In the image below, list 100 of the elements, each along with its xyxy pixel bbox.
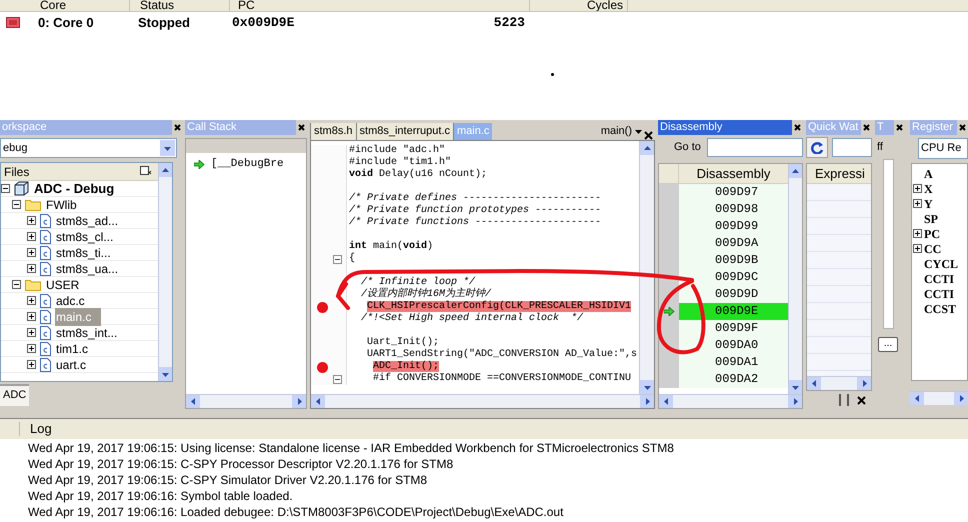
scroll-up-button[interactable] <box>789 164 802 178</box>
expand-icon[interactable] <box>913 229 922 238</box>
refresh-button[interactable] <box>806 136 828 158</box>
vertical-scrollbar[interactable] <box>883 159 894 329</box>
close-icon[interactable] <box>896 124 903 131</box>
disassembly-row[interactable]: 009D97 <box>679 184 788 201</box>
expand-icon[interactable] <box>913 199 922 208</box>
dropdown-button[interactable] <box>160 140 175 156</box>
call-stack-entry[interactable]: [__DebugBre <box>211 156 284 172</box>
disassembly-row[interactable]: 009DA2 <box>679 371 788 388</box>
configuration-select[interactable]: ebug <box>0 138 177 158</box>
expand-icon[interactable] <box>27 296 36 305</box>
editor-tab[interactable]: stm8s_interruput.c <box>356 123 453 140</box>
scroll-right-button[interactable] <box>788 395 802 408</box>
expand-icon[interactable] <box>27 360 36 369</box>
disassembly-row[interactable]: 009D98 <box>679 201 788 218</box>
close-icon[interactable] <box>857 396 866 404</box>
fold-icon[interactable] <box>333 254 342 264</box>
scroll-right-button[interactable] <box>954 392 968 405</box>
gutter-cell[interactable] <box>311 145 347 157</box>
horizontal-scrollbar[interactable] <box>910 391 968 405</box>
tree-item[interactable]: USER <box>45 276 80 294</box>
disassembly-row[interactable]: 009D9F <box>679 320 788 337</box>
scroll-left-button[interactable] <box>311 395 325 408</box>
disassembly-row[interactable]: 009DA0 <box>679 337 788 354</box>
gutter-cell[interactable] <box>311 361 347 373</box>
close-icon[interactable] <box>959 124 966 131</box>
scroll-right-button[interactable] <box>857 377 871 390</box>
collapse-icon[interactable] <box>12 280 21 289</box>
fold-icon[interactable] <box>333 374 342 384</box>
expand-icon[interactable] <box>27 232 36 241</box>
scroll-left-button[interactable] <box>659 395 673 408</box>
function-dropdown[interactable]: main() <box>600 123 642 140</box>
disassembly-row[interactable]: 009D9E <box>679 303 788 320</box>
close-icon[interactable] <box>298 124 305 131</box>
tree-item[interactable]: ADC - Debug <box>33 178 116 198</box>
disassembly-row[interactable]: 009DA1 <box>679 354 788 371</box>
register-group-select[interactable]: CPU Re <box>918 138 968 159</box>
scroll-up-button[interactable] <box>640 141 654 155</box>
register-name[interactable]: CYCL <box>924 254 958 272</box>
gutter-cell[interactable] <box>311 373 347 385</box>
tree-item[interactable]: stm8s_cl... <box>55 228 114 246</box>
scroll-right-button[interactable] <box>292 395 306 408</box>
expand-icon[interactable] <box>27 248 36 257</box>
tree-item[interactable]: FWlib <box>45 196 78 214</box>
expression-input[interactable] <box>832 138 872 156</box>
expand-icon[interactable] <box>27 216 36 225</box>
horizontal-scrollbar[interactable] <box>186 394 306 408</box>
disassembly-row[interactable]: 009D9C <box>679 269 788 286</box>
disassembly-row[interactable]: 009D9D <box>679 286 788 303</box>
register-name[interactable]: PC <box>924 224 940 242</box>
gutter-cell[interactable] <box>311 301 347 313</box>
goto-input[interactable] <box>706 138 803 156</box>
more-button[interactable]: ... <box>878 337 898 352</box>
disassembly-row[interactable]: 009D9B <box>679 252 788 269</box>
scroll-down-button[interactable] <box>159 367 172 381</box>
vertical-scrollbar[interactable] <box>788 164 802 394</box>
register-name[interactable]: CCST <box>924 300 956 318</box>
tree-item[interactable]: stm8s_ti... <box>55 244 112 262</box>
register-name[interactable]: SP <box>924 210 938 228</box>
disassembly-row[interactable]: 009D9A <box>679 235 788 252</box>
expand-icon[interactable] <box>27 264 36 273</box>
horizontal-scrollbar[interactable] <box>807 376 871 390</box>
close-icon[interactable] <box>644 131 653 140</box>
scroll-down-button[interactable] <box>789 380 802 394</box>
register-name[interactable]: CC <box>924 240 942 258</box>
close-icon[interactable] <box>794 124 801 131</box>
disassembly-row[interactable]: 009D99 <box>679 218 788 235</box>
scroll-left-button[interactable] <box>910 392 924 405</box>
collapse-icon[interactable] <box>1 184 10 193</box>
horizontal-scrollbar[interactable] <box>311 394 654 408</box>
options-icon[interactable] <box>140 166 152 177</box>
expand-icon[interactable] <box>913 244 922 253</box>
tree-item[interactable]: adc.c <box>55 292 86 310</box>
expand-icon[interactable] <box>27 344 36 353</box>
scroll-left-button[interactable] <box>186 395 200 408</box>
collapse-icon[interactable] <box>12 200 21 209</box>
expand-icon[interactable] <box>27 328 36 337</box>
horizontal-scrollbar[interactable] <box>659 394 802 408</box>
expand-icon[interactable] <box>913 184 922 193</box>
tree-item[interactable]: uart.c <box>55 356 88 374</box>
scroll-down-button[interactable] <box>640 380 654 394</box>
scroll-left-button[interactable] <box>807 377 821 390</box>
breakpoint-icon[interactable] <box>316 362 328 372</box>
workspace-tab[interactable]: ADC <box>0 384 30 406</box>
tree-item[interactable]: stm8s_int... <box>55 324 118 342</box>
editor-tab[interactable]: stm8s.h <box>310 123 356 140</box>
breakpoint-icon[interactable] <box>316 302 328 312</box>
tree-item[interactable]: tim1.c <box>55 340 90 358</box>
scroll-up-button[interactable] <box>159 163 172 177</box>
close-icon[interactable] <box>174 124 181 131</box>
register-name[interactable]: CCTI <box>924 270 954 288</box>
expand-icon[interactable] <box>27 312 36 321</box>
scroll-right-button[interactable] <box>640 395 654 408</box>
tree-item[interactable]: stm8s_ua... <box>55 260 120 278</box>
tree-item[interactable]: stm8s_ad... <box>55 212 120 230</box>
register-name[interactable]: X <box>924 180 933 198</box>
close-icon[interactable] <box>863 124 870 131</box>
register-name[interactable]: A <box>924 164 933 182</box>
register-name[interactable]: Y <box>924 194 933 212</box>
